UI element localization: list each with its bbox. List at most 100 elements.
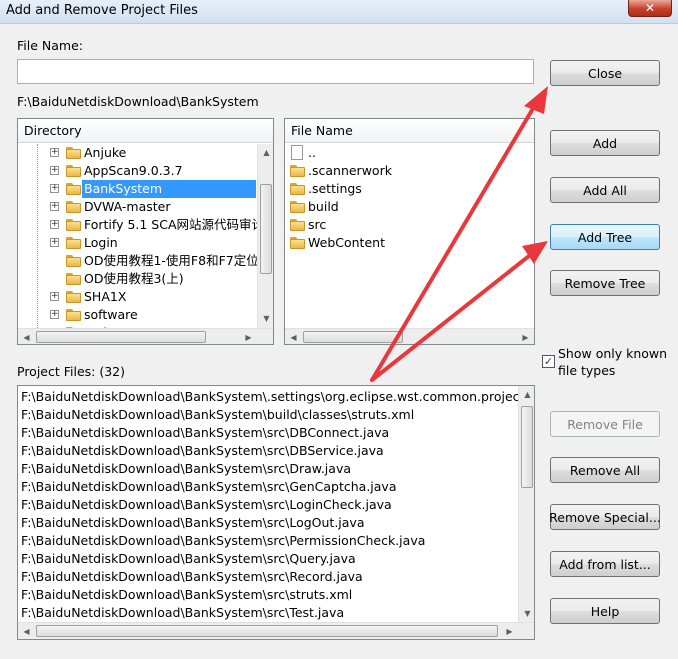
file-list-item[interactable]: .scannerwork — [285, 162, 534, 180]
file-name-column-header[interactable]: File Name — [285, 119, 534, 143]
folder-icon — [66, 255, 81, 267]
directory-tree-item-label: software — [84, 307, 138, 322]
directory-tree-item[interactable]: + Anjuke — [18, 144, 258, 162]
project-files-hscroll-thumb[interactable] — [36, 625, 498, 637]
scroll-right-icon[interactable]: ▶ — [517, 329, 534, 344]
add-from-list-button[interactable]: Add from list... — [550, 551, 660, 577]
expand-icon[interactable]: + — [50, 238, 59, 247]
directory-tree-item-label: OD使用教程3(上) — [84, 271, 184, 286]
directory-hscroll-thumb[interactable] — [36, 331, 206, 343]
file-list-item[interactable]: .settings — [285, 180, 534, 198]
folder-icon — [66, 219, 81, 231]
project-file-row[interactable]: F:\BaiduNetdiskDownload\BankSystem\src\P… — [18, 532, 518, 550]
project-file-row[interactable]: F:\BaiduNetdiskDownload\BankSystem\src\s… — [18, 586, 518, 604]
directory-tree-item[interactable]: + DVWA-master — [18, 198, 258, 216]
remove-special-button[interactable]: Remove Special... — [549, 504, 661, 530]
folder-icon — [66, 201, 81, 213]
file-list-horizontal-scrollbar[interactable]: ◀ ▶ — [285, 328, 534, 344]
expand-icon[interactable]: + — [50, 202, 59, 211]
file-list-item[interactable]: src — [285, 216, 534, 234]
checkmark-icon: ✓ — [543, 355, 554, 368]
folder-icon — [66, 165, 81, 177]
scroll-down-icon[interactable]: ▼ — [519, 605, 534, 622]
directory-tree-item[interactable]: + BankSystem — [18, 180, 258, 198]
directory-tree-item[interactable]: + software — [18, 306, 258, 324]
directory-tree-item-label: Login — [84, 235, 118, 250]
close-button[interactable]: Close — [550, 60, 660, 86]
expand-icon[interactable]: + — [50, 220, 59, 229]
expand-icon[interactable]: + — [50, 148, 59, 157]
show-known-types-label-line1: Show only known — [558, 346, 668, 361]
add-all-button[interactable]: Add All — [550, 177, 660, 203]
window-title: Add and Remove Project Files — [6, 3, 198, 18]
project-files-scroll-thumb[interactable] — [521, 406, 533, 488]
file-list-item-label: .. — [308, 145, 316, 160]
file-name-input[interactable] — [17, 59, 534, 84]
directory-horizontal-scrollbar[interactable]: ◀ ▶ — [18, 328, 273, 344]
directory-tree-item[interactable]: + SHA1X — [18, 288, 258, 306]
project-file-row[interactable]: F:\BaiduNetdiskDownload\BankSystem\src\Q… — [18, 550, 518, 568]
file-list-item-label: .scannerwork — [308, 163, 392, 178]
file-icon — [291, 145, 303, 160]
scroll-left-icon[interactable]: ◀ — [18, 329, 35, 344]
directory-tree-item-label: AppScan9.0.3.7 — [84, 163, 183, 178]
expand-icon[interactable]: + — [50, 292, 59, 301]
scroll-right-icon[interactable]: ▶ — [240, 329, 257, 344]
expand-icon[interactable]: + — [50, 166, 59, 175]
title-bar[interactable]: Add and Remove Project Files ✕ — [0, 0, 678, 24]
remove-file-button[interactable]: Remove File — [550, 411, 660, 437]
scroll-left-icon[interactable]: ◀ — [18, 623, 35, 639]
project-files-list[interactable]: F:\BaiduNetdiskDownload\BankSystem\.sett… — [17, 385, 535, 640]
project-files-vertical-scrollbar[interactable]: ▲ ▼ — [518, 386, 534, 622]
project-files-horizontal-scrollbar[interactable]: ◀ ▶ — [18, 622, 534, 639]
project-files-rows: F:\BaiduNetdiskDownload\BankSystem\.sett… — [18, 388, 518, 622]
project-file-row[interactable]: F:\BaiduNetdiskDownload\BankSystem\src\G… — [18, 478, 518, 496]
file-list: .. .scannerwork .settings build src WebConten… — [285, 144, 534, 328]
show-known-types-label-line2: file types — [558, 363, 616, 378]
project-file-row[interactable]: F:\BaiduNetdiskDownload\BankSystem\src\D… — [18, 460, 518, 478]
folder-icon — [290, 219, 305, 231]
project-files-label: Project Files: (32) — [17, 364, 126, 379]
window-close-button[interactable]: ✕ — [628, 0, 672, 17]
expand-icon[interactable]: + — [50, 184, 59, 193]
directory-tree-panel[interactable]: Directory + Anjuke + AppScan9.0.3.7 + BankSys… — [17, 118, 274, 345]
directory-tree-item[interactable]: + Login — [18, 234, 258, 252]
file-list-item[interactable]: WebContent — [285, 234, 534, 252]
project-file-row[interactable]: F:\BaiduNetdiskDownload\BankSystem\build… — [18, 406, 518, 424]
directory-tree-item[interactable]: OD使用教程3(上) — [18, 270, 258, 288]
scroll-up-icon[interactable]: ▲ — [258, 144, 273, 161]
project-file-row[interactable]: F:\BaiduNetdiskDownload\BankSystem\src\T… — [18, 604, 518, 622]
remove-tree-button[interactable]: Remove Tree — [550, 270, 660, 296]
project-file-row[interactable]: F:\BaiduNetdiskDownload\BankSystem\src\D… — [18, 424, 518, 442]
directory-tree-item[interactable]: + AppScan9.0.3.7 — [18, 162, 258, 180]
directory-scroll-thumb[interactable] — [260, 184, 272, 274]
add-tree-button[interactable]: Add Tree — [550, 224, 660, 250]
directory-tree-item[interactable]: OD使用教程1-使用F8和F7定位修 — [18, 252, 258, 270]
project-file-row[interactable]: F:\BaiduNetdiskDownload\BankSystem\src\L… — [18, 496, 518, 514]
scroll-down-icon[interactable]: ▼ — [258, 310, 273, 327]
show-known-types-checkbox[interactable]: ✓ — [542, 355, 555, 368]
remove-all-button[interactable]: Remove All — [550, 457, 660, 483]
file-list-panel[interactable]: File Name .. .scannerwork .settings build sr… — [284, 118, 535, 345]
scroll-right-icon[interactable]: ▶ — [501, 623, 518, 639]
file-list-hscroll-thumb[interactable] — [303, 331, 403, 343]
project-file-row[interactable]: F:\BaiduNetdiskDownload\BankSystem\src\D… — [18, 442, 518, 460]
file-list-item[interactable]: build — [285, 198, 534, 216]
add-button[interactable]: Add — [550, 130, 660, 156]
project-file-row[interactable]: F:\BaiduNetdiskDownload\BankSystem\.sett… — [18, 388, 518, 406]
scroll-up-icon[interactable]: ▲ — [519, 386, 534, 403]
project-file-row[interactable]: F:\BaiduNetdiskDownload\BankSystem\src\L… — [18, 514, 518, 532]
project-file-row[interactable]: F:\BaiduNetdiskDownload\BankSystem\src\R… — [18, 568, 518, 586]
scroll-left-icon[interactable]: ◀ — [285, 329, 302, 344]
directory-vertical-scrollbar[interactable]: ▲ ▼ — [257, 144, 273, 328]
directory-tree-item-label: BankSystem — [82, 180, 256, 198]
directory-tree-item-label: DVWA-master — [84, 199, 171, 214]
close-icon: ✕ — [644, 1, 656, 15]
directory-tree-item[interactable]: + Fortify 5.1 SCA网站源代码审计工 — [18, 216, 258, 234]
directory-column-header[interactable]: Directory — [18, 119, 273, 143]
expand-icon[interactable]: + — [50, 310, 59, 319]
arrow-to-close-head — [524, 86, 548, 114]
help-button[interactable]: Help — [550, 598, 660, 624]
directory-tree-item-label: OD使用教程1-使用F8和F7定位修 — [84, 253, 258, 268]
file-list-item[interactable]: .. — [285, 144, 534, 162]
